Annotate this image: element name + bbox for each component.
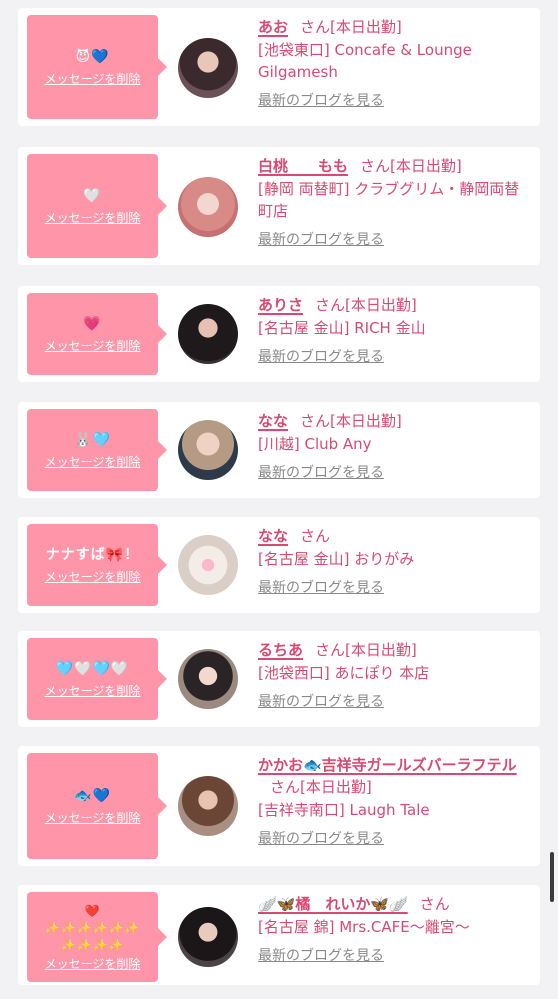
- work-status: [本日出勤]: [345, 641, 417, 659]
- latest-blog-link[interactable]: 最新のブログを見る: [258, 348, 384, 366]
- avatar[interactable]: [178, 304, 238, 364]
- cast-info: 🪽🦋橘 れいか🦋🪽 さん [名古屋 錦] Mrs.CAFE〜離宮〜 最新のブログを…: [258, 893, 530, 965]
- list-item: 🐰🩵 メッセージを削除 なな さん[本日出勤] [川越] Club Any 最新の…: [18, 402, 540, 498]
- avatar[interactable]: [178, 420, 238, 480]
- message-bubble: 🩵🤍🩵🤍 メッセージを削除: [27, 638, 167, 720]
- shop-name: [吉祥寺南口] Laugh Tale: [258, 801, 430, 819]
- honorific: さん: [315, 296, 346, 314]
- cast-info: なな さん [名古屋 金山] おりがみ 最新のブログを見る: [258, 525, 530, 597]
- work-status: [本日出勤]: [390, 157, 462, 175]
- message-bubble: ❤️ ✨✨✨✨✨✨ ✨✨✨✨ メッセージを削除: [27, 892, 167, 982]
- delete-message-link[interactable]: メッセージを削除: [45, 570, 141, 584]
- work-status: [本日出勤]: [345, 296, 417, 314]
- list-item: 😈💙 メッセージを削除 あお さん[本日出勤] [池袋東口] Concafe & …: [18, 8, 540, 126]
- shop-name: [静岡 両替町] クラブグリム・静岡両替町店: [258, 180, 520, 220]
- honorific: さん: [419, 895, 450, 913]
- message-bubble: 🐰🩵 メッセージを削除: [27, 409, 167, 491]
- delete-message-link[interactable]: メッセージを削除: [45, 957, 141, 971]
- cast-name-link[interactable]: 🪽🦋橘 れいか🦋🪽: [258, 895, 408, 913]
- cast-info: かかお🐟吉祥寺ガールズバーラフテルさん[本日出勤] [吉祥寺南口] Laugh …: [258, 754, 530, 848]
- honorific: さん: [315, 641, 346, 659]
- message-text: ナナすば🎀！: [45, 547, 140, 563]
- shop-name: [名古屋 錦] Mrs.CAFE〜離宮〜: [258, 918, 470, 936]
- delete-message-link[interactable]: メッセージを削除: [45, 811, 141, 825]
- list-item: ❤️ ✨✨✨✨✨✨ ✨✨✨✨ メッセージを削除 🪽🦋橘 れいか🦋🪽 さん [名古屋…: [18, 885, 540, 985]
- message-text: 🩵🤍🩵🤍: [55, 661, 130, 677]
- latest-blog-link[interactable]: 最新のブログを見る: [258, 579, 384, 597]
- list-item: ナナすば🎀！ メッセージを削除 なな さん [名古屋 金山] おりがみ 最新のブロ…: [18, 517, 540, 613]
- message-text: 💗: [83, 316, 102, 332]
- shop-name: [名古屋 金山] おりがみ: [258, 550, 415, 568]
- scrollbar[interactable]: [550, 852, 554, 902]
- cast-name-link[interactable]: 白桃 もも: [258, 157, 348, 175]
- delete-message-link[interactable]: メッセージを削除: [45, 72, 141, 86]
- delete-message-link[interactable]: メッセージを削除: [45, 211, 141, 225]
- work-status: [本日出勤]: [330, 412, 402, 430]
- list-item: 🩵🤍🩵🤍 メッセージを削除 るちあ さん[本日出勤] [池袋西口] あにぽり 本店…: [18, 631, 540, 727]
- latest-blog-link[interactable]: 最新のブログを見る: [258, 464, 384, 482]
- cast-name-link[interactable]: なな: [258, 527, 288, 545]
- shop-name: [池袋東口] Concafe & Lounge Gilgamesh: [258, 41, 472, 81]
- latest-blog-link[interactable]: 最新のブログを見る: [258, 830, 384, 848]
- avatar[interactable]: [178, 776, 238, 836]
- cast-name-link[interactable]: ありさ: [258, 296, 303, 314]
- message-text: ❤️ ✨✨✨✨✨✨ ✨✨✨✨: [44, 904, 141, 952]
- message-bubble: 💗 メッセージを削除: [27, 293, 167, 375]
- avatar[interactable]: [178, 907, 238, 967]
- honorific: さん: [300, 18, 331, 36]
- message-bubble: 😈💙 メッセージを削除: [27, 15, 167, 119]
- latest-blog-link[interactable]: 最新のブログを見る: [258, 947, 384, 965]
- avatar[interactable]: [178, 177, 238, 237]
- list-item: 🐟💙 メッセージを削除 かかお🐟吉祥寺ガールズバーラフテルさん[本日出勤] [吉…: [18, 746, 540, 866]
- cast-info: あお さん[本日出勤] [池袋東口] Concafe & Lounge Gilga…: [258, 16, 530, 110]
- list-item: 🤍 メッセージを削除 白桃 もも さん[本日出勤] [静岡 両替町] クラブグリム…: [18, 147, 540, 265]
- latest-blog-link[interactable]: 最新のブログを見る: [258, 693, 384, 711]
- delete-message-link[interactable]: メッセージを削除: [45, 339, 141, 353]
- shop-name: [名古屋 金山] RICH 金山: [258, 319, 426, 337]
- cast-info: なな さん[本日出勤] [川越] Club Any 最新のブログを見る: [258, 410, 530, 482]
- shop-name: [川越] Club Any: [258, 435, 372, 453]
- honorific: さん: [300, 412, 331, 430]
- message-bubble: 🤍 メッセージを削除: [27, 154, 167, 258]
- cast-name-link[interactable]: かかお🐟吉祥寺ガールズバーラフテル: [258, 756, 517, 774]
- shop-name: [池袋西口] あにぽり 本店: [258, 664, 430, 682]
- latest-blog-link[interactable]: 最新のブログを見る: [258, 231, 384, 249]
- delete-message-link[interactable]: メッセージを削除: [45, 684, 141, 698]
- avatar[interactable]: [178, 38, 238, 98]
- avatar[interactable]: [178, 535, 238, 595]
- cast-name-link[interactable]: るちあ: [258, 641, 303, 659]
- message-text: 🐟💙: [74, 788, 111, 804]
- cast-name-link[interactable]: なな: [258, 412, 288, 430]
- latest-blog-link[interactable]: 最新のブログを見る: [258, 92, 384, 110]
- avatar[interactable]: [178, 649, 238, 709]
- message-text: 🤍: [83, 188, 102, 204]
- delete-message-link[interactable]: メッセージを削除: [45, 455, 141, 469]
- cast-info: るちあ さん[本日出勤] [池袋西口] あにぽり 本店 最新のブログを見る: [258, 639, 530, 711]
- cast-name-link[interactable]: あお: [258, 18, 288, 36]
- message-text: 😈💙: [75, 49, 110, 65]
- list-item: 💗 メッセージを削除 ありさ さん[本日出勤] [名古屋 金山] RICH 金山 …: [18, 286, 540, 382]
- message-bubble: 🐟💙 メッセージを削除: [27, 753, 167, 859]
- honorific: さん: [270, 778, 301, 796]
- honorific: さん: [360, 157, 391, 175]
- message-text: 🐰🩵: [74, 432, 111, 448]
- honorific: さん: [300, 527, 331, 545]
- work-status: [本日出勤]: [330, 18, 402, 36]
- message-bubble: ナナすば🎀！ メッセージを削除: [27, 524, 167, 606]
- cast-info: ありさ さん[本日出勤] [名古屋 金山] RICH 金山 最新のブログを見る: [258, 294, 530, 366]
- work-status: [本日出勤]: [300, 778, 372, 796]
- cast-info: 白桃 もも さん[本日出勤] [静岡 両替町] クラブグリム・静岡両替町店 最新の…: [258, 155, 530, 249]
